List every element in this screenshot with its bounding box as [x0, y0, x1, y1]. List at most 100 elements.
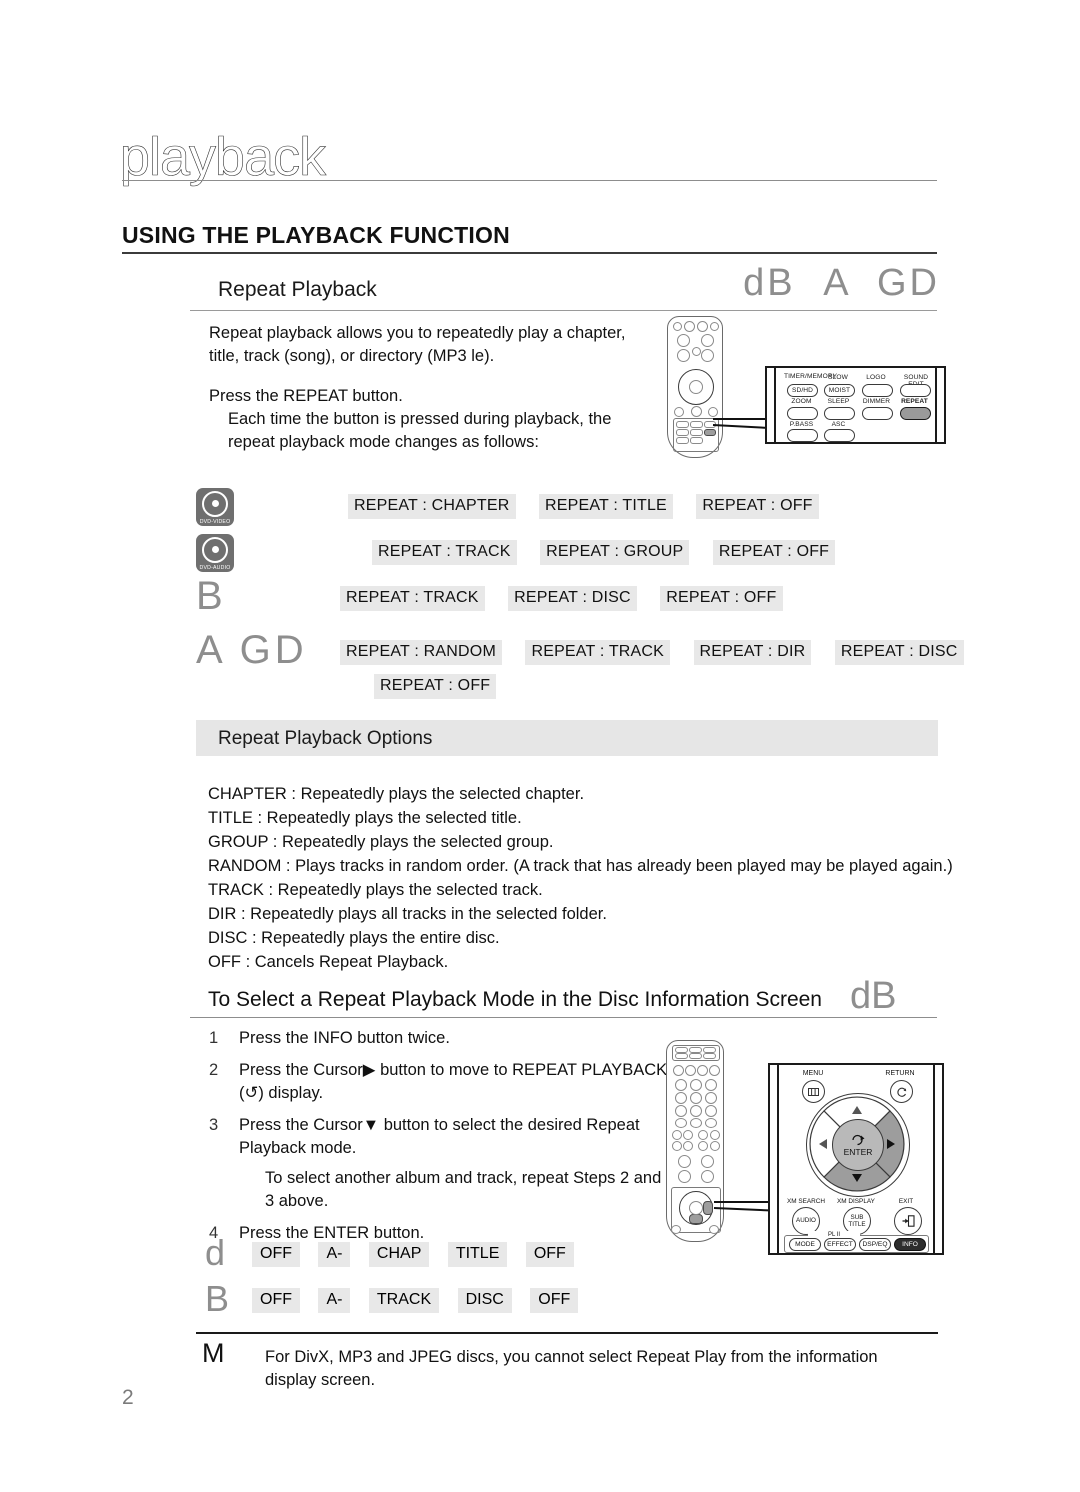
- remote-top-callout: TIMER/MEMORY SLOW LOGO SOUND EDIT SD/HD …: [765, 366, 946, 444]
- option-item: RANDOM : Plays tracks in random order. (…: [208, 857, 953, 875]
- remote-key: [672, 1141, 682, 1151]
- exit-button[interactable]: [894, 1207, 922, 1235]
- sleep-button[interactable]: [824, 407, 855, 420]
- effect-button[interactable]: EFFECT: [824, 1238, 856, 1251]
- asc-button[interactable]: [824, 429, 855, 442]
- remote-key: [683, 1141, 693, 1151]
- remote-dpad-down-highlight: [689, 1214, 703, 1224]
- flow-row: A GD REPEAT : RANDOM REPEAT : TRACK REPE…: [196, 628, 964, 714]
- remote-key: [684, 321, 695, 332]
- step-text: Press the Cursor▼ button to select the d…: [239, 1116, 640, 1157]
- remote-key: [690, 437, 703, 444]
- repeat-chip: REPEAT : GROUP: [540, 540, 690, 565]
- remote-control-bottom-illustration: [666, 1040, 724, 1242]
- remote-key: [710, 322, 719, 331]
- note-icon: M: [202, 1338, 225, 1368]
- remote-key: [674, 407, 684, 417]
- remote-key: [678, 1170, 691, 1183]
- disc-info-steps: 1 Press the INFO button twice. 2 Press t…: [209, 1027, 669, 1254]
- remote-key: [675, 1118, 687, 1128]
- remote-key: [709, 1065, 720, 1076]
- logo-label: LOGO: [866, 374, 886, 381]
- remote-key: [703, 1053, 716, 1059]
- repeat-chip: REPEAT : DIR: [693, 640, 812, 665]
- remote-numeric-key: [675, 1092, 687, 1104]
- disc-type-marks: dB A GD: [743, 262, 940, 305]
- repeat-button[interactable]: [900, 407, 931, 420]
- disc-type-glyph: A GD: [196, 628, 308, 672]
- mode-chip: TITLE: [447, 1242, 508, 1267]
- intro-paragraph: Repeat playback allows you to repeatedly…: [209, 324, 626, 365]
- remote-key: [676, 429, 689, 436]
- enter-label: ENTER: [843, 1146, 873, 1157]
- each-time-line: Each time the button is pressed during p…: [228, 410, 612, 451]
- remote-key: [685, 1065, 696, 1076]
- mode-chip: OFF: [252, 1288, 300, 1313]
- section-heading: USING THE PLAYBACK FUNCTION: [122, 222, 510, 248]
- mode-chip: A-: [318, 1288, 351, 1313]
- disc-info-divider: [190, 1017, 937, 1018]
- remote-key: [676, 437, 689, 444]
- callout-edge: [933, 1065, 935, 1253]
- callout-edge: [935, 368, 937, 442]
- remote-key: [709, 1225, 719, 1234]
- remote-key: [701, 334, 714, 347]
- exit-icon: [902, 1215, 915, 1227]
- xm-display-label: XM DISPLAY: [837, 1198, 875, 1205]
- flow-chips: REPEAT : RANDOM REPEAT : TRACK REPEAT : …: [340, 640, 983, 665]
- zoom-label: ZOOM: [791, 398, 812, 405]
- remote-key: [671, 1225, 681, 1234]
- remote-enter-key: [689, 380, 703, 394]
- options-list: CHAPTER : Repeatedly plays the selected …: [208, 782, 968, 974]
- disc-mark-0: dB: [743, 262, 796, 304]
- remote-control-top-illustration: [667, 316, 723, 458]
- sd-hd-button[interactable]: SD/HD: [787, 384, 818, 397]
- callout-leader-line: [713, 418, 770, 420]
- zoom-button[interactable]: [787, 407, 818, 420]
- repeat-chip: REPEAT : DISC: [508, 586, 637, 611]
- option-item: TRACK : Repeatedly plays the selected tr…: [208, 881, 543, 899]
- p-bass-button[interactable]: [787, 429, 818, 442]
- dsp-eq-button[interactable]: DSP/EQ: [859, 1238, 891, 1251]
- remote-key: [691, 406, 702, 417]
- repeat-flow-list: DVD-VIDEO REPEAT : CHAPTER REPEAT : TITL…: [196, 488, 964, 714]
- sleep-label: SLEEP: [827, 398, 850, 405]
- callout-leader-line: [714, 1201, 772, 1203]
- repeat-chip: REPEAT : TRACK: [340, 586, 485, 611]
- dvd-video-icon: DVD-VIDEO: [196, 488, 234, 526]
- logo-button[interactable]: [862, 384, 893, 397]
- note-text: For DivX, MP3 and JPEG discs, you cannot…: [265, 1348, 878, 1389]
- remote-numeric-key: [705, 1092, 717, 1104]
- dimmer-button[interactable]: [862, 407, 893, 420]
- disc-icon-label: DVD-AUDIO: [199, 564, 231, 571]
- remote-dpad-right-highlight: [703, 1201, 713, 1215]
- moist-button[interactable]: MOIST: [824, 384, 855, 397]
- repeat-chip: REPEAT : DISC: [834, 640, 964, 665]
- info-button[interactable]: INFO: [894, 1238, 926, 1251]
- remote-key: [710, 1130, 720, 1140]
- flow-row: DVD-VIDEO REPEAT : CHAPTER REPEAT : TITL…: [196, 488, 956, 534]
- remote-key: [672, 1130, 682, 1140]
- sound-edit-button[interactable]: [900, 384, 931, 397]
- step-number: 2: [209, 1061, 219, 1079]
- remote-key: [690, 429, 703, 436]
- repeat-chip: REPEAT : TRACK: [525, 640, 671, 665]
- mode-chip: A-: [318, 1242, 351, 1267]
- enter-button[interactable]: ENTER: [832, 1119, 884, 1171]
- mode-disc-glyph: B: [205, 1278, 230, 1319]
- repeat-chip: REPEAT : OFF: [712, 540, 836, 565]
- page-title: playback: [120, 127, 327, 188]
- dimmer-label: DIMMER: [862, 398, 891, 405]
- remote-key: [705, 1118, 717, 1128]
- remote-key: [710, 1141, 720, 1151]
- remote-key: [683, 1130, 693, 1140]
- remote-key: [698, 1141, 708, 1151]
- remote-key: [677, 334, 690, 347]
- p-bass-label: P.BASS: [789, 421, 814, 428]
- mode-button[interactable]: MODE: [789, 1238, 821, 1251]
- remote-numeric-key: [705, 1079, 717, 1091]
- title-divider: [122, 180, 937, 181]
- exit-label: EXIT: [898, 1198, 914, 1205]
- step-item: 1 Press the INFO button twice.: [209, 1027, 669, 1050]
- slow-label: SLOW: [828, 374, 848, 381]
